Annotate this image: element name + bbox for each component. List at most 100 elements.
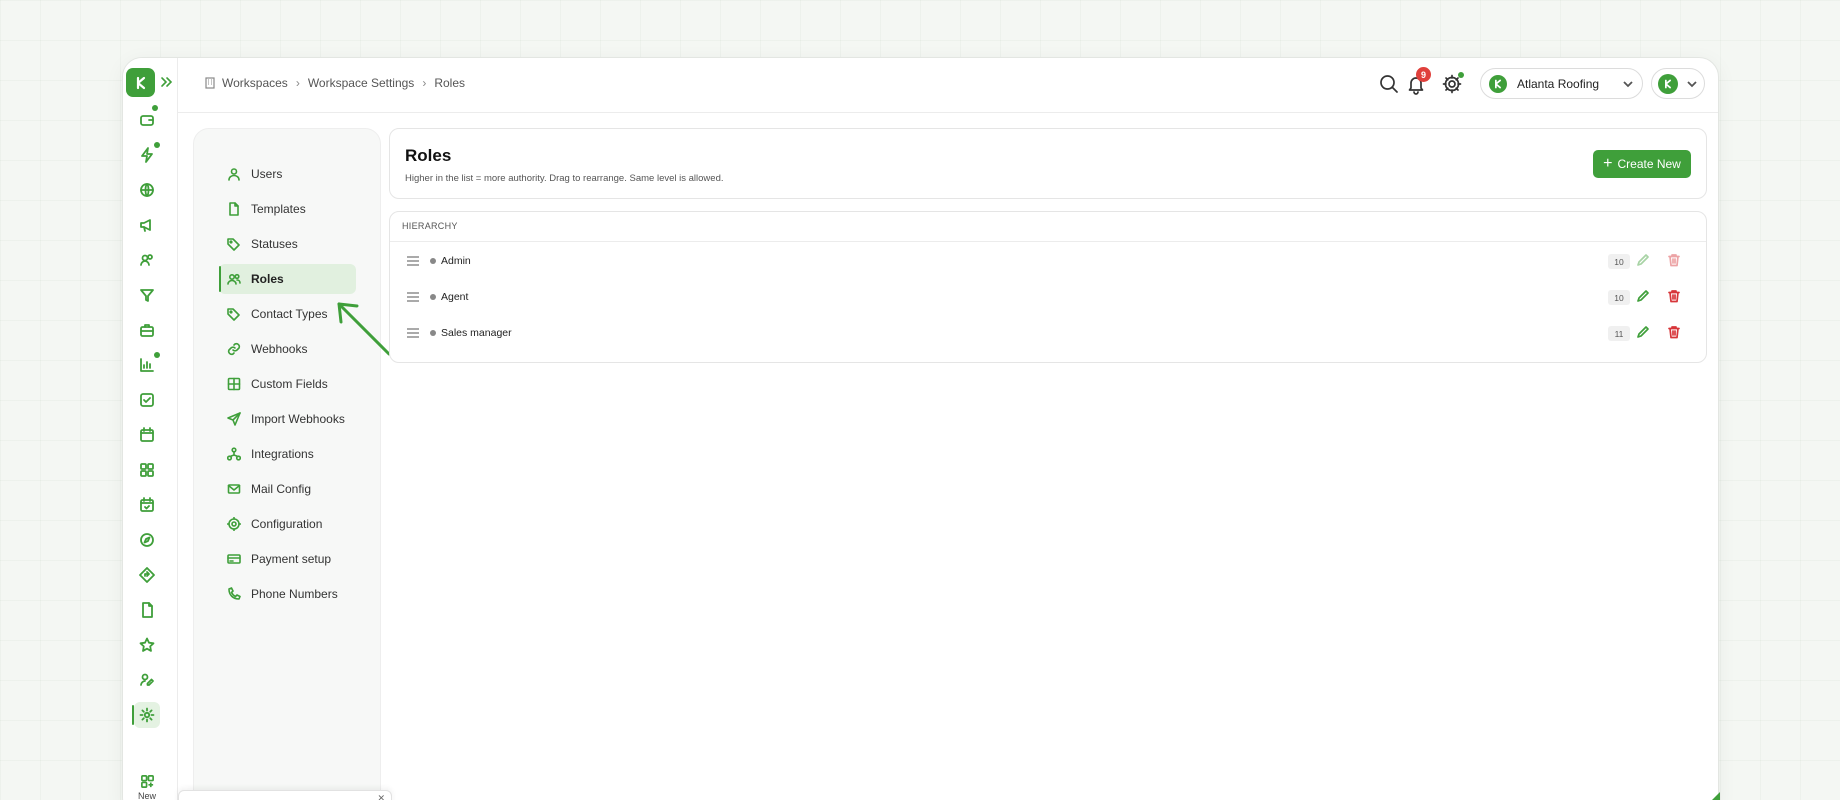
settings-nav: Users Templates Statuses Roles Contact T… [193,128,381,800]
document-icon[interactable] [134,597,160,623]
drag-handle-icon[interactable] [406,291,420,303]
role-level-badge: 10 [1608,290,1630,305]
edit-icon[interactable] [1636,289,1652,305]
filter-icon[interactable] [134,282,160,308]
create-new-button[interactable]: + Create New [1593,150,1691,178]
nav-item-label: Custom Fields [251,377,328,391]
role-name: Agent [441,291,469,303]
compass-icon[interactable] [134,527,160,553]
icon-rail: New [123,58,178,800]
drag-handle-icon[interactable] [406,327,420,339]
annotation-arrow-icon [337,302,391,356]
hierarchy-card: HIERARCHY Admin 10 Agent 10 Sales manage… [389,211,1707,363]
globe-icon[interactable] [134,177,160,203]
trash-icon[interactable] [1667,289,1683,305]
settings-gear-icon[interactable] [132,702,160,728]
breadcrumb: Workspaces › Workspace Settings › Roles [204,76,465,90]
role-row[interactable]: Sales manager 11 [390,316,1706,350]
nav-item-label: Integrations [251,447,314,461]
workspace-select[interactable]: Atlanta Roofing [1480,68,1643,99]
nav-item-configuration[interactable]: Configuration [219,509,356,539]
trash-icon[interactable] [1667,253,1683,269]
nav-item-label: Phone Numbers [251,587,338,601]
breadcrumb-roles: Roles [434,76,465,90]
gear-icon[interactable] [1441,72,1464,95]
nav-item-statuses[interactable]: Statuses [219,229,356,259]
hierarchy-heading: HIERARCHY [390,212,1706,242]
nav-item-integrations[interactable]: Integrations [219,439,356,469]
calendar-icon[interactable] [134,422,160,448]
notification-badge: 9 [1416,67,1431,82]
bell-icon[interactable]: 9 [1405,67,1431,95]
breadcrumb-workspace-settings[interactable]: Workspace Settings [308,76,415,90]
nav-item-label: Payment setup [251,552,332,566]
create-new-label: Create New [1617,157,1681,171]
role-dot [430,258,436,264]
file-icon [229,202,239,216]
nav-item-label: Contact Types [251,307,328,321]
corner-accent [1710,792,1720,800]
rail-new-button[interactable]: New [131,774,163,800]
megaphone-icon[interactable] [134,212,160,238]
role-dot [430,294,436,300]
briefcase-icon[interactable] [134,317,160,343]
nav-item-mail-config[interactable]: Mail Config [219,474,356,504]
breadcrumb-workspaces[interactable]: Workspaces [222,76,288,90]
nav-item-users[interactable]: Users [219,159,356,189]
user-edit-icon[interactable] [134,667,160,693]
nav-item-label: Mail Config [251,482,312,496]
user-menu[interactable] [1651,68,1705,99]
role-dot [430,330,436,336]
nav-item-custom-fields[interactable]: Custom Fields [219,369,356,399]
role-name: Admin [441,255,471,267]
lightning-icon[interactable] [134,142,160,168]
nav-item-phone-numbers[interactable]: Phone Numbers [219,579,356,609]
role-level-badge: 11 [1608,326,1630,341]
nav-item-payment-setup[interactable]: Payment setup [219,544,356,574]
tag-icon [227,308,240,321]
mail-icon [227,484,241,494]
apps-icon[interactable] [134,457,160,483]
edit-icon[interactable] [1636,325,1652,341]
wallet-icon[interactable] [134,105,160,133]
search-icon[interactable] [1378,73,1400,95]
nav-item-label: Import Webhooks [251,412,345,426]
role-level-badge: 10 [1608,254,1630,269]
close-icon[interactable]: ✕ [377,793,385,800]
chart-icon[interactable] [134,352,160,378]
top-header: Workspaces › Workspace Settings › Roles … [178,58,1718,113]
roles-header-card: Roles Higher in the list = more authorit… [389,128,1707,199]
send-icon [227,412,241,426]
role-row[interactable]: Admin 10 [390,244,1706,278]
tag-icon [227,238,240,251]
building-icon [205,77,215,89]
grid-icon [227,377,241,391]
app-logo[interactable] [126,68,155,97]
drag-handle-icon[interactable] [406,255,420,267]
plus-icon: + [1603,155,1613,172]
directions-icon[interactable] [134,562,160,588]
edit-icon[interactable] [1636,253,1652,269]
chevron-down-icon [1687,80,1697,87]
nav-item-import-webhooks[interactable]: Import Webhooks [219,404,356,434]
expand-sidebar-icon[interactable] [159,74,175,90]
nav-item-label: Configuration [251,517,323,531]
checkbox-icon[interactable] [134,387,160,413]
users-icon [227,273,241,285]
nav-item-templates[interactable]: Templates [219,194,356,224]
page-subtitle: Higher in the list = more authority. Dra… [405,173,724,184]
nav-item-roles[interactable]: Roles [219,264,356,294]
bottom-floating-panel[interactable]: ✕ [178,790,392,800]
calendar-check-icon[interactable] [134,492,160,518]
role-row[interactable]: Agent 10 [390,280,1706,314]
breadcrumb-separator-icon: › [422,76,427,90]
link-icon [227,342,241,356]
gear-icon [227,517,241,531]
nav-item-label: Webhooks [251,342,308,356]
star-icon[interactable] [134,632,160,658]
contacts-icon[interactable] [134,247,160,273]
trash-icon[interactable] [1667,325,1683,341]
avatar [1658,73,1678,94]
nav-item-label: Statuses [251,237,298,251]
nav-item-label: Roles [251,272,284,286]
